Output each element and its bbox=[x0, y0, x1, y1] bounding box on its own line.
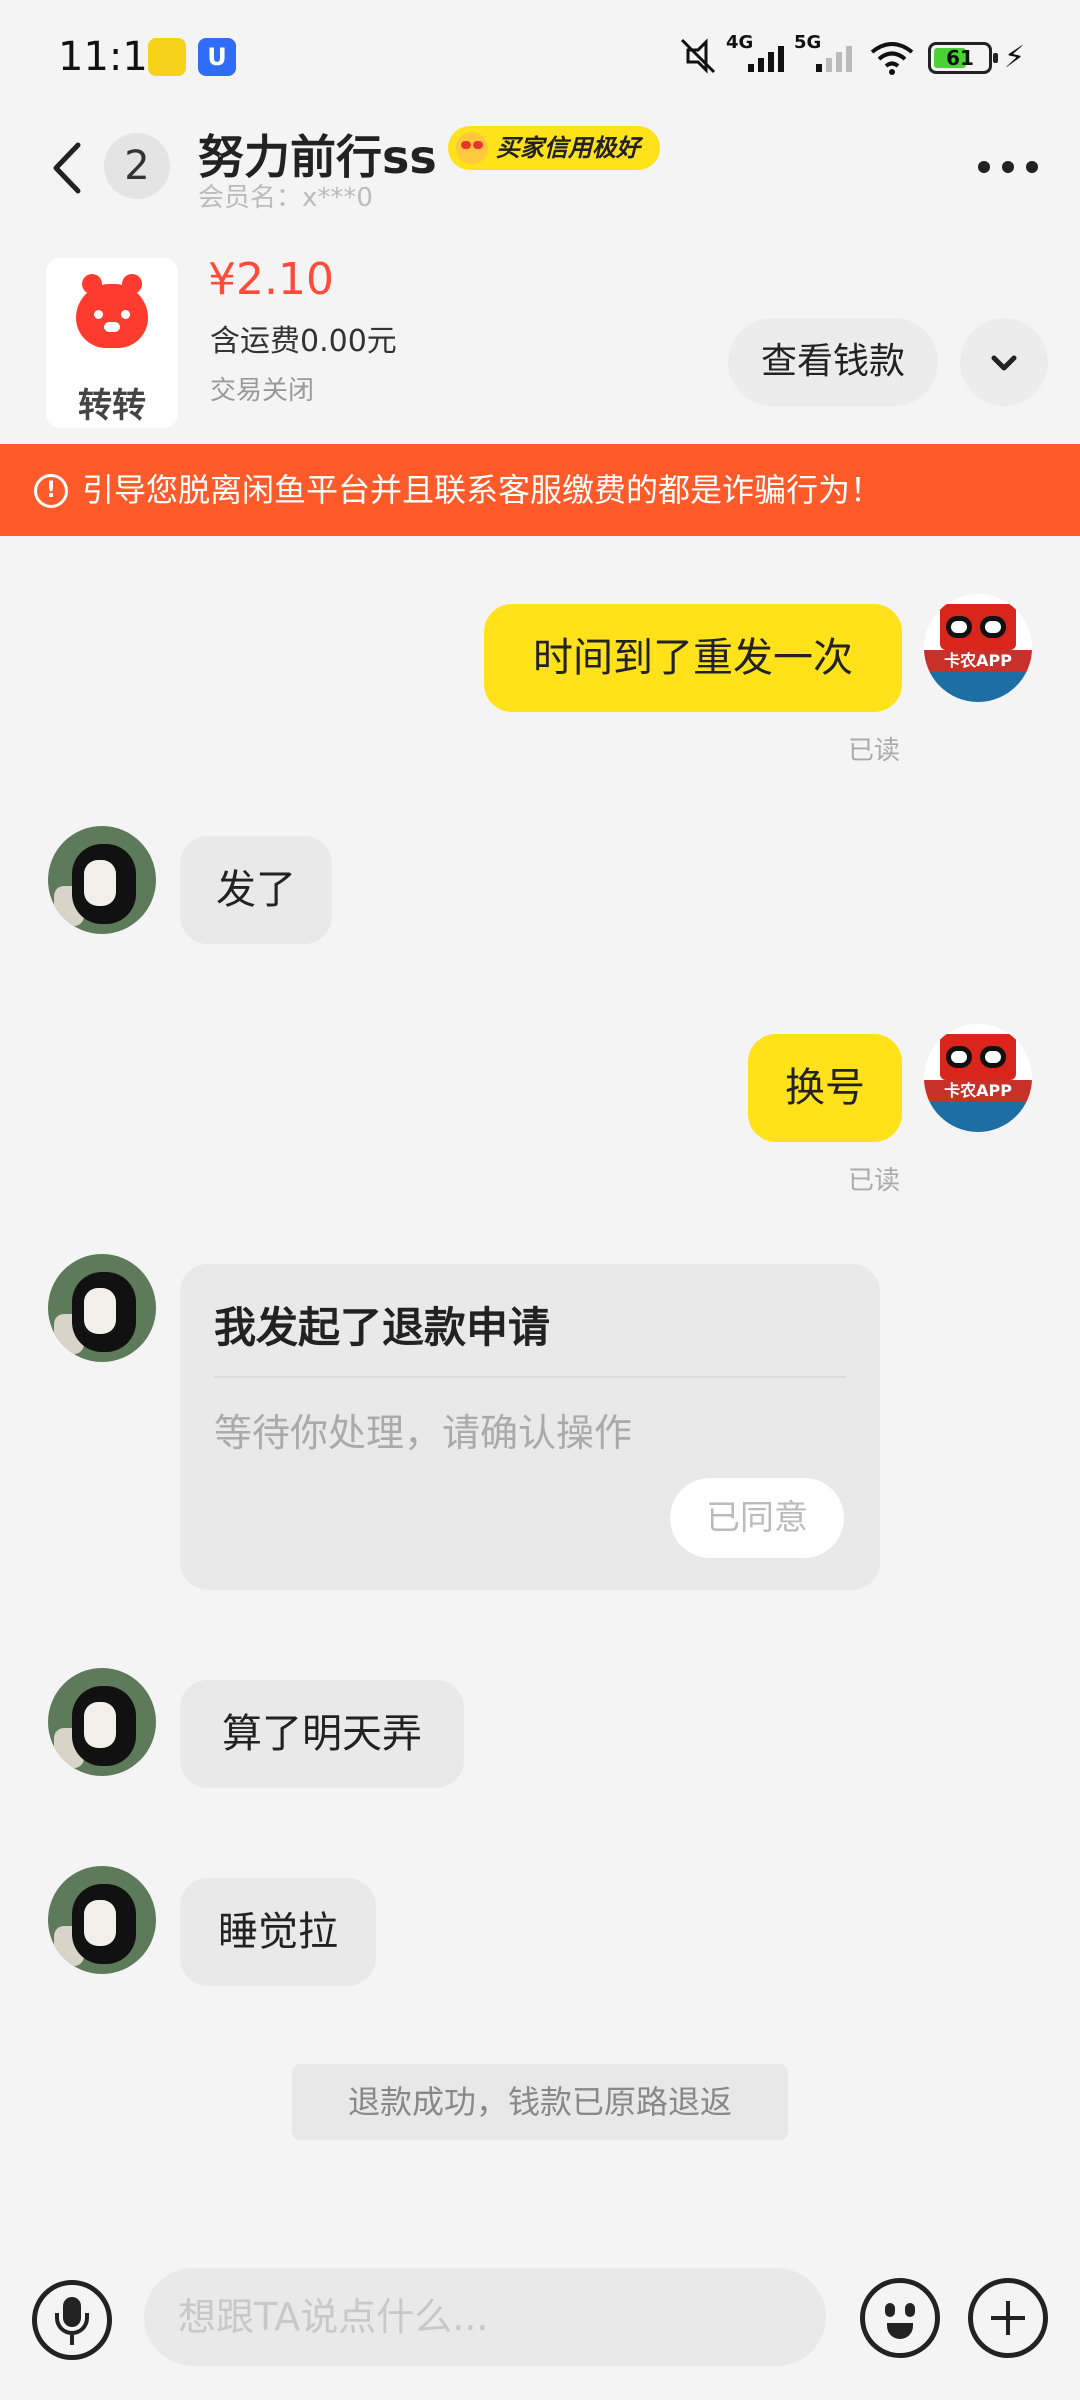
notification-app-icon bbox=[148, 38, 186, 76]
warning-text: 引导您脱离闲鱼平台并且联系客服缴费的都是诈骗行为！ bbox=[82, 471, 883, 509]
contact-avatar[interactable] bbox=[48, 826, 156, 934]
product-bar[interactable]: 转转 ¥2.10 含运费0.00元 交易关闭 查看钱款 bbox=[0, 240, 1080, 444]
avatar-brand-text: 卡农APP bbox=[924, 650, 1032, 672]
credit-badge[interactable]: 买家信用极好 bbox=[448, 126, 660, 170]
unread-count-badge: 2 bbox=[104, 133, 170, 199]
signal-icon-2 bbox=[816, 46, 852, 72]
notification-app-icon-2: U bbox=[198, 38, 236, 76]
emoji-button[interactable] bbox=[860, 2278, 940, 2358]
expand-button[interactable] bbox=[960, 318, 1048, 406]
back-icon[interactable] bbox=[44, 133, 90, 203]
wifi-icon bbox=[870, 42, 914, 75]
refund-agreed-button[interactable]: 已同意 bbox=[670, 1478, 844, 1558]
contact-avatar[interactable] bbox=[48, 1668, 156, 1776]
fraud-warning-banner: ! 引导您脱离闲鱼平台并且联系客服缴费的都是诈骗行为！ bbox=[0, 444, 1080, 536]
chevron-down-icon bbox=[991, 355, 1017, 371]
my-avatar[interactable]: 卡农APP bbox=[924, 1024, 1032, 1132]
zhuanzhuan-logo-icon bbox=[76, 274, 148, 348]
message-bubble-received[interactable]: 睡觉拉 bbox=[180, 1878, 376, 1986]
contact-avatar[interactable] bbox=[48, 1866, 156, 1974]
more-options-icon[interactable] bbox=[978, 155, 1038, 179]
battery-level: 61 bbox=[946, 46, 974, 70]
battery-icon: 61 bbox=[928, 42, 998, 74]
divider bbox=[214, 1376, 846, 1378]
member-name: 会员名：x***0 bbox=[198, 183, 373, 213]
mute-icon bbox=[680, 38, 716, 74]
read-receipt: 已读 bbox=[848, 1166, 901, 1196]
my-avatar[interactable]: 卡农APP bbox=[924, 594, 1032, 702]
product-brand-text: 转转 bbox=[78, 386, 146, 426]
product-thumbnail[interactable]: 转转 bbox=[46, 258, 178, 428]
chat-header: 2 努力前行ss 买家信用极好 会员名：x***0 bbox=[0, 115, 1080, 240]
message-bubble-received[interactable]: 发了 bbox=[180, 836, 332, 944]
status-bar: 11:11 U 4G 5G 61 ⚡ bbox=[0, 0, 1080, 115]
cool-face-icon bbox=[456, 132, 488, 164]
message-bubble-sent[interactable]: 时间到了重发一次 bbox=[484, 604, 902, 712]
message-input[interactable] bbox=[144, 2268, 826, 2366]
credit-badge-label: 买家信用极好 bbox=[496, 134, 640, 162]
message-bubble-received[interactable]: 算了明天弄 bbox=[180, 1680, 464, 1788]
voice-input-button[interactable] bbox=[32, 2280, 112, 2360]
refund-title: 我发起了退款申请 bbox=[214, 1303, 551, 1352]
signal-icon bbox=[748, 46, 784, 72]
shipping-fee: 含运费0.00元 bbox=[210, 324, 397, 359]
alert-icon: ! bbox=[34, 474, 68, 508]
charging-icon: ⚡ bbox=[1004, 40, 1026, 75]
view-money-button[interactable]: 查看钱款 bbox=[728, 318, 938, 406]
more-actions-button[interactable] bbox=[968, 2278, 1048, 2358]
message-bubble-sent[interactable]: 换号 bbox=[748, 1034, 902, 1142]
contact-avatar[interactable] bbox=[48, 1254, 156, 1362]
refund-description: 等待你处理，请确认操作 bbox=[214, 1411, 633, 1455]
input-bar bbox=[0, 2256, 1080, 2400]
product-price: ¥2.10 bbox=[208, 254, 334, 305]
trade-status: 交易关闭 bbox=[210, 376, 315, 406]
refund-request-card[interactable]: 我发起了退款申请 等待你处理，请确认操作 已同意 bbox=[180, 1264, 880, 1590]
read-receipt: 已读 bbox=[848, 736, 901, 766]
system-notice: 退款成功，钱款已原路退返 bbox=[292, 2064, 788, 2140]
avatar-brand-text: 卡农APP bbox=[924, 1080, 1032, 1102]
